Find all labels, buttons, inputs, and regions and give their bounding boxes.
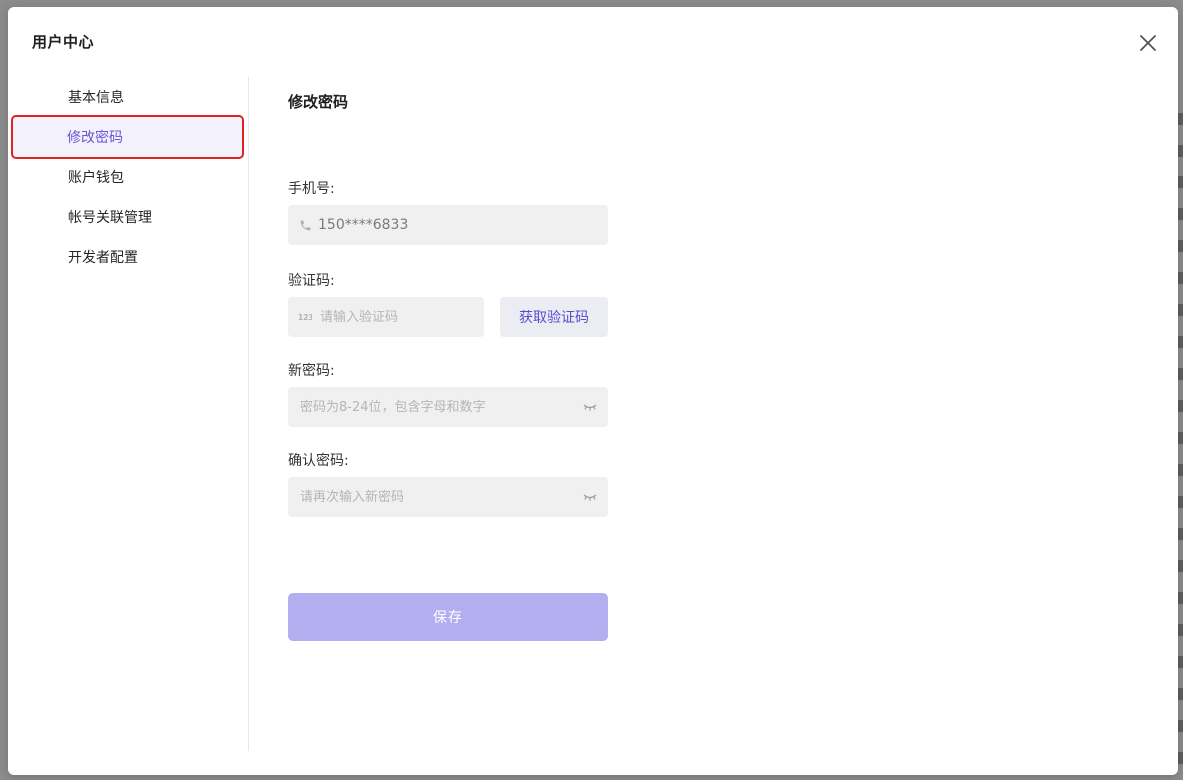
sidebar-item-label: 账户钱包 [68, 170, 124, 186]
confirm-password-input[interactable] [298, 488, 582, 506]
number-123-icon: 123 [298, 312, 312, 322]
sidebar-item-developer-config[interactable]: 开发者配置 [12, 237, 240, 277]
phone-value: 150****6833 [318, 217, 409, 233]
sidebar: 基本信息 修改密码 账户钱包 帐号关联管理 开发者配置 [8, 77, 249, 751]
sidebar-item-basic-info[interactable]: 基本信息 [12, 77, 240, 117]
confirm-password-field[interactable] [288, 477, 608, 517]
background-glyph [1178, 752, 1183, 764]
get-code-button[interactable]: 获取验证码 [500, 297, 608, 337]
confirm-password-label: 确认密码: [288, 453, 349, 469]
code-label: 验证码: [288, 273, 335, 289]
code-input[interactable] [318, 308, 484, 326]
svg-text:123: 123 [298, 313, 312, 322]
modal-title: 用户中心 [32, 33, 95, 51]
phone-icon [298, 219, 312, 232]
user-center-modal: 用户中心 基本信息 修改密码 账户钱包 帐号关联管理 开发者配置 修改密码 手机… [8, 7, 1178, 775]
background-glyph [1178, 496, 1183, 508]
background-glyph [1178, 432, 1183, 444]
background-glyph [1178, 176, 1183, 188]
background-glyph [1178, 720, 1183, 732]
background-glyph [1178, 304, 1183, 316]
background-glyph [1178, 113, 1183, 125]
background-glyph [1178, 560, 1183, 572]
close-button[interactable] [1134, 29, 1162, 57]
background-glyph [1178, 464, 1183, 476]
background-glyph [1178, 145, 1183, 157]
background-glyph [1178, 208, 1183, 220]
background-glyph [1178, 240, 1183, 252]
sidebar-item-label: 帐号关联管理 [68, 210, 152, 226]
sidebar-item-label: 基本信息 [68, 90, 124, 106]
new-password-input[interactable] [298, 398, 582, 416]
sidebar-item-change-password[interactable]: 修改密码 [11, 115, 244, 159]
new-password-field[interactable] [288, 387, 608, 427]
code-field[interactable]: 123 [288, 297, 484, 337]
eye-closed-icon[interactable] [582, 400, 598, 414]
sidebar-item-account-linking[interactable]: 帐号关联管理 [12, 197, 240, 237]
background-glyph [1178, 336, 1183, 348]
eye-closed-icon[interactable] [582, 490, 598, 504]
background-glyph [1178, 528, 1183, 540]
background-glyph [1178, 400, 1183, 412]
close-icon [1139, 34, 1157, 52]
sidebar-item-label: 开发者配置 [68, 250, 138, 266]
sidebar-item-label: 修改密码 [67, 130, 123, 146]
sidebar-item-account-wallet[interactable]: 账户钱包 [12, 157, 240, 197]
background-glyph [1178, 272, 1183, 284]
background-glyph [1178, 624, 1183, 636]
section-title: 修改密码 [288, 93, 349, 111]
background-glyph [1178, 368, 1183, 380]
background-glyph [1178, 592, 1183, 604]
new-password-label: 新密码: [288, 363, 335, 379]
background-glyph [1178, 688, 1183, 700]
save-button[interactable]: 保存 [288, 593, 608, 641]
phone-label: 手机号: [288, 181, 335, 197]
phone-field: 150****6833 [288, 205, 608, 245]
background-glyph [1178, 656, 1183, 668]
